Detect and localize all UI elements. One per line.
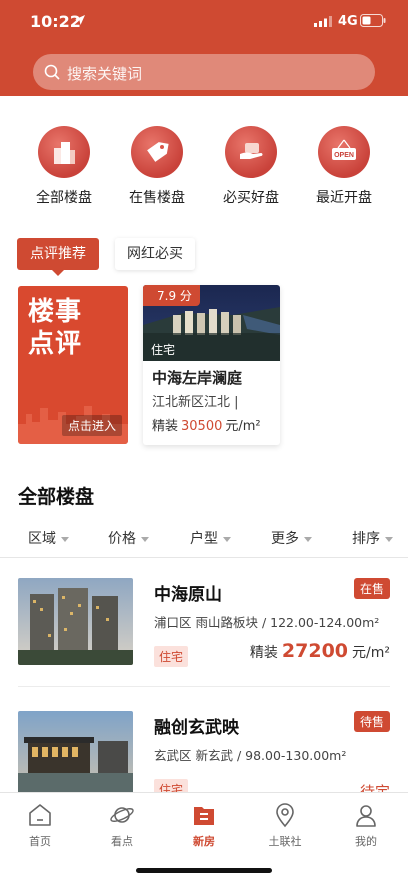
property-price: 精装 27200 元/m² xyxy=(250,640,390,662)
app-screen: 10:22 4G 搜索关键词 全部楼盘 在售楼盘 必买好盘 OPEN 最近开盘 … xyxy=(0,0,408,883)
tab-highlights[interactable]: 看点 xyxy=(92,801,152,849)
planet-icon xyxy=(110,807,134,823)
price-pending: 待定 xyxy=(359,783,390,792)
chevron-down-icon xyxy=(223,536,231,542)
price-tag-icon xyxy=(147,142,169,162)
featured-property-card[interactable]: 7.9 分 住宅 中海左岸澜庭 江北新区江北 | 精装 30500 元/m² xyxy=(143,285,280,445)
signal-icon xyxy=(314,16,332,27)
property-meta: 玄武区 新玄武 / 98.00-130.00m² xyxy=(154,748,347,763)
buildings-icon xyxy=(54,142,75,164)
review-title-line1: 楼事 xyxy=(28,297,83,327)
category-label: 在售楼盘 xyxy=(129,190,185,206)
header: 10:22 4G 搜索关键词 xyxy=(0,0,408,96)
tab-label: 土联社 xyxy=(268,835,302,848)
profile-icon xyxy=(356,805,376,827)
filter-label: 排序 xyxy=(352,531,380,547)
category-all[interactable]: 全部楼盘 xyxy=(24,126,104,207)
property-name: 中海原山 xyxy=(154,585,222,605)
filter-price[interactable]: 价格 xyxy=(108,528,149,548)
property-name: 融创玄武映 xyxy=(154,718,239,738)
category-recent-open[interactable]: OPEN 最近开盘 xyxy=(304,126,384,207)
price-unit: 元/m² xyxy=(225,419,261,434)
search-icon xyxy=(44,64,60,80)
tab-home[interactable]: 首页 xyxy=(10,801,70,849)
tab-review-recommend[interactable]: 点评推荐 xyxy=(17,238,99,276)
home-icon xyxy=(29,804,51,826)
status-badge: 在售 xyxy=(353,578,390,599)
filter-label: 价格 xyxy=(108,531,136,547)
tab-mine[interactable]: 我的 xyxy=(336,801,396,849)
category-must-buy[interactable]: 必买好盘 xyxy=(211,126,291,207)
review-card-title: 楼事 点评 xyxy=(28,296,108,360)
enter-button[interactable]: 点击进入 xyxy=(61,415,122,436)
filter-label: 区域 xyxy=(28,531,56,547)
category-label: 最近开盘 xyxy=(316,190,372,206)
review-card[interactable]: 楼事 点评 点击进入 xyxy=(18,286,128,444)
category-label: 全部楼盘 xyxy=(36,190,92,206)
filter-label: 更多 xyxy=(271,531,299,547)
review-title-line2: 点评 xyxy=(28,329,83,359)
price-value: 27200 xyxy=(281,640,349,662)
map-pin-icon xyxy=(276,803,294,828)
tab-label: 新房 xyxy=(193,835,215,848)
filter-more[interactable]: 更多 xyxy=(271,528,312,548)
chevron-down-icon xyxy=(304,536,312,542)
status-badge: 待售 xyxy=(353,711,390,732)
price-value: 30500 xyxy=(181,419,223,434)
search-bar[interactable]: 搜索关键词 xyxy=(33,54,375,90)
tab-label: 看点 xyxy=(111,835,133,848)
price-prefix: 精装 xyxy=(249,645,278,661)
filter-region[interactable]: 区域 xyxy=(28,528,69,548)
property-photo xyxy=(18,578,133,665)
chevron-down-icon xyxy=(385,536,393,542)
property-location: 江北新区江北 | xyxy=(152,395,239,410)
tab-label: 首页 xyxy=(29,835,51,848)
home-indicator xyxy=(136,868,272,873)
property-type-tag: 住宅 xyxy=(154,646,189,667)
price-prefix: 精装 xyxy=(152,419,179,434)
list-divider xyxy=(18,686,390,687)
tab-label: 我的 xyxy=(355,835,377,848)
hand-offer-icon xyxy=(240,143,263,159)
open-sign-icon: OPEN xyxy=(332,139,356,160)
list-item[interactable]: 中海原山 在售 浦口区 雨山路板块 / 122.00-124.00m² 住宅 精… xyxy=(0,578,408,668)
property-name: 中海左岸澜庭 xyxy=(152,369,243,387)
open-sign-text: OPEN xyxy=(334,152,354,159)
property-meta: 浦口区 雨山路板块 / 122.00-124.00m² xyxy=(154,615,380,630)
status-bar: 10:22 4G xyxy=(0,0,408,44)
category-recent-open-circle: OPEN xyxy=(318,126,370,178)
search-placeholder: 搜索关键词 xyxy=(67,65,143,83)
tab-land-union[interactable]: 土联社 xyxy=(255,801,315,849)
filter-sort[interactable]: 排序 xyxy=(352,528,393,548)
score-badge: 7.9 分 xyxy=(143,285,200,306)
property-price-row: 精装 30500 元/m² xyxy=(152,415,261,434)
new-house-icon xyxy=(194,807,214,825)
list-item[interactable]: 融创玄武映 待售 玄武区 新玄武 / 98.00-130.00m² 住宅 待定 xyxy=(0,711,408,792)
category-on-sale[interactable]: 在售楼盘 xyxy=(117,126,197,207)
network-type: 4G xyxy=(338,14,358,29)
location-arrow-icon xyxy=(75,15,85,25)
property-type-label: 住宅 xyxy=(151,343,176,357)
category-must-buy-circle xyxy=(225,126,277,178)
category-all-circle xyxy=(38,126,90,178)
filter-layout[interactable]: 户型 xyxy=(190,528,231,548)
property-photo xyxy=(18,711,133,792)
chevron-down-icon xyxy=(61,536,69,542)
section-title: 全部楼盘 xyxy=(18,486,95,508)
price-unit: 元/m² xyxy=(352,645,390,661)
chevron-down-icon xyxy=(141,536,149,542)
tab-new-house[interactable]: 新房 xyxy=(174,801,234,849)
battery-icon xyxy=(360,14,386,27)
category-label: 必买好盘 xyxy=(223,190,279,206)
tab-influencer-must-buy[interactable]: 网红必买 xyxy=(115,238,195,270)
category-on-sale-circle xyxy=(131,126,183,178)
filter-bar: 区域 价格 户型 更多 排序 xyxy=(0,522,408,558)
filter-label: 户型 xyxy=(190,531,218,547)
property-type-tag: 住宅 xyxy=(154,779,189,792)
